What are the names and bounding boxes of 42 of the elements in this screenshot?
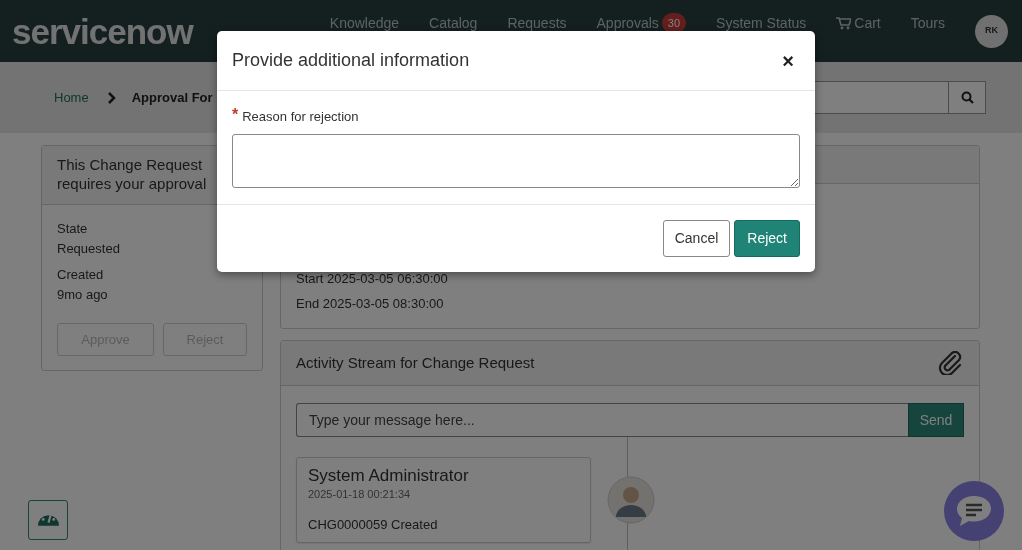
reason-field[interactable]	[232, 133, 800, 188]
cart-icon	[836, 16, 852, 30]
nav-link[interactable]: Knowledge	[329, 12, 400, 34]
search-icon	[960, 91, 974, 104]
nav-link[interactable]: System Status	[716, 12, 807, 34]
avatar-icon	[607, 476, 655, 525]
detail-line: Start 2025-03-05 06:30:00	[296, 270, 449, 287]
dialog-title: Provide additional information	[232, 49, 470, 72]
search-button[interactable]	[948, 81, 986, 114]
dashboard-button[interactable]	[28, 500, 68, 540]
field-value: 9mo ago	[57, 285, 109, 304]
user-avatar[interactable]: RK	[975, 14, 1008, 48]
nav-link[interactable]: Tours	[910, 12, 945, 34]
logo[interactable]: servicenow	[12, 13, 193, 49]
breadcrumb-link[interactable]: Home	[54, 87, 89, 108]
detail-line: End 2025-03-05 08:30:00	[296, 295, 445, 312]
cancel-button[interactable]: Cancel	[662, 219, 731, 257]
chevron-icon	[106, 91, 117, 104]
nav-label: Cart	[854, 13, 881, 33]
field-label: Reason for rejection	[242, 108, 359, 126]
reject-button[interactable]: Reject	[734, 219, 800, 257]
gauge-icon	[37, 514, 59, 526]
paperclip-icon[interactable]	[938, 351, 964, 375]
field-value: Requested	[57, 239, 121, 258]
chat-icon	[955, 494, 993, 528]
count-badge: 30	[661, 12, 687, 34]
timestamp: 2025-01-18 00:21:34	[308, 487, 412, 503]
breadcrumb-link[interactable]: Approval For	[131, 87, 213, 108]
chat-button[interactable]	[944, 481, 1004, 541]
close-button[interactable]: ×	[776, 50, 800, 71]
entry-text: CHG0000059 Created	[308, 515, 439, 534]
card-title: This Change Request requires your approval	[57, 156, 208, 194]
nav-link[interactable]: Requests	[507, 12, 567, 34]
field-label: Created	[57, 265, 105, 284]
card-title: Activity Stream for Change Request	[296, 352, 535, 373]
field-label: State	[57, 219, 89, 238]
author-name: System Administrator	[308, 466, 470, 487]
nav-link[interactable]: Cart	[836, 12, 881, 34]
required-mark: *	[232, 107, 239, 123]
send-button[interactable]: Send	[908, 403, 964, 437]
message-field[interactable]: Type your message here...	[296, 403, 908, 437]
nav-link[interactable]: Catalog	[429, 12, 478, 34]
